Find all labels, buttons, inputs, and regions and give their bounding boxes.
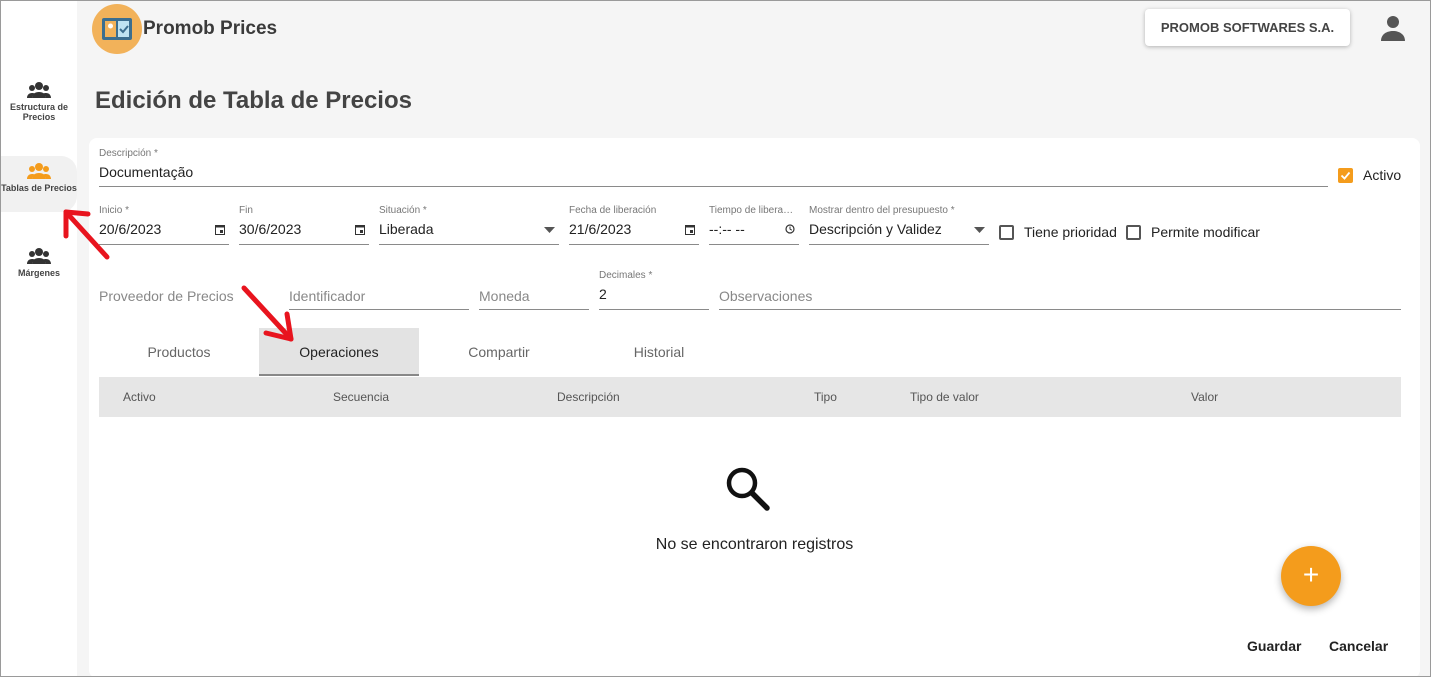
mostrar-presupuesto-value: Descripción y Validez	[809, 221, 942, 237]
fecha-liberacion-value: 21/6/2023	[569, 221, 632, 237]
tiempo-liberacion-value: --:-- --	[709, 221, 745, 237]
checkbox-checked-icon	[1338, 167, 1353, 183]
inicio-value: 20/6/2023	[99, 221, 162, 237]
top-bar: Promob Prices PROMOB SOFTWARES S.A.	[77, 1, 1430, 63]
sidebar-item-tablas-de-precios[interactable]: Tablas de Precios	[1, 156, 77, 212]
tab-operaciones[interactable]: Operaciones	[259, 328, 419, 376]
company-button[interactable]: PROMOB SOFTWARES S.A.	[1145, 9, 1350, 46]
main-area: Promob Prices PROMOB SOFTWARES S.A. Edic…	[77, 1, 1430, 677]
dropdown-arrow-icon[interactable]	[544, 227, 555, 233]
observaciones-field[interactable]: Observaciones	[719, 274, 1401, 310]
save-button[interactable]: Guardar	[1247, 638, 1301, 654]
clock-icon[interactable]	[785, 224, 795, 234]
add-button[interactable]: +	[1281, 546, 1341, 606]
tab-compartir[interactable]: Compartir	[419, 328, 579, 376]
sidebar-item-label: Tablas de Precios	[1, 183, 77, 193]
tiene-prioridad-label: Tiene prioridad	[1024, 224, 1117, 240]
situacion-value: Liberada	[379, 221, 434, 237]
descripcion-label: Descripción *	[99, 148, 158, 159]
sidebar-item-margenes[interactable]: Márgenes	[1, 247, 77, 278]
table-header: Activo Secuencia Descripción Tipo Tipo d…	[99, 377, 1401, 417]
column-header-valor[interactable]: Valor	[1191, 390, 1218, 404]
checkbox-empty-icon	[999, 224, 1014, 240]
situacion-label: Situación *	[379, 205, 427, 216]
fin-value: 30/6/2023	[239, 221, 302, 237]
decimales-value: 2	[599, 286, 607, 302]
app-title: Promob Prices	[143, 18, 278, 39]
sidebar-item-estructura-de-precios[interactable]: Estructura de Precios	[1, 81, 77, 122]
empty-state-text: No se encontraron registros	[655, 536, 854, 553]
app-logo	[92, 4, 142, 54]
inicio-date-field[interactable]: Inicio * 20/6/2023	[99, 205, 229, 245]
column-header-secuencia[interactable]: Secuencia	[333, 390, 389, 404]
group-icon	[27, 82, 51, 98]
group-icon	[27, 163, 51, 179]
tiempo-liberacion-label: Tiempo de libera…	[709, 205, 794, 216]
app-logo-icon	[102, 18, 132, 40]
field-underline	[239, 244, 369, 245]
search-icon	[726, 467, 770, 511]
cancel-button[interactable]: Cancelar	[1329, 638, 1388, 654]
fin-label: Fin	[239, 205, 253, 216]
proveedor-precios-field[interactable]: Proveedor de Precios	[99, 274, 279, 310]
field-underline	[479, 309, 589, 310]
inicio-label: Inicio *	[99, 205, 130, 216]
tab-productos[interactable]: Productos	[99, 328, 259, 376]
mostrar-presupuesto-label: Mostrar dentro del presupuesto *	[809, 205, 955, 216]
activo-label: Activo	[1363, 167, 1402, 183]
descripcion-field[interactable]: Descripción * Documentação	[99, 148, 1328, 187]
field-underline	[719, 309, 1401, 310]
dropdown-arrow-icon[interactable]	[974, 227, 985, 233]
checkbox-empty-icon	[1126, 224, 1141, 240]
moneda-placeholder: Moneda	[479, 288, 530, 304]
column-header-tipo[interactable]: Tipo	[814, 390, 837, 404]
sidebar: Estructura de Precios Tablas de Precios …	[1, 1, 77, 676]
fecha-liberacion-field[interactable]: Fecha de liberación 21/6/2023	[569, 205, 699, 245]
situacion-select[interactable]: Situación * Liberada	[379, 205, 559, 245]
page-title: Edición de Tabla de Precios	[95, 87, 412, 114]
calendar-icon[interactable]	[215, 224, 225, 235]
field-underline	[289, 309, 469, 310]
tiene-prioridad-checkbox[interactable]: Tiene prioridad	[999, 224, 1117, 240]
column-header-activo[interactable]: Activo	[123, 390, 156, 404]
column-header-tipo-de-valor[interactable]: Tipo de valor	[910, 390, 979, 404]
activo-checkbox[interactable]: Activo	[1338, 167, 1401, 183]
descripcion-value: Documentação	[99, 164, 194, 180]
fecha-liberacion-label: Fecha de liberación	[569, 205, 657, 216]
sidebar-item-label: Márgenes	[17, 268, 61, 278]
decimales-label: Decimales *	[599, 270, 653, 281]
permite-modificar-label: Permite modificar	[1151, 224, 1260, 240]
field-underline	[599, 309, 709, 310]
field-underline	[99, 244, 229, 245]
identificador-field[interactable]: Identificador	[289, 274, 469, 310]
moneda-field[interactable]: Moneda	[479, 274, 589, 310]
calendar-icon[interactable]	[685, 224, 695, 235]
user-account-icon[interactable]	[1379, 14, 1407, 42]
form-card: Descripción * Documentação Activo Inicio…	[89, 138, 1420, 677]
calendar-icon[interactable]	[355, 224, 365, 235]
observaciones-placeholder: Observaciones	[719, 288, 813, 304]
mostrar-presupuesto-select[interactable]: Mostrar dentro del presupuesto * Descrip…	[809, 205, 989, 245]
fin-date-field[interactable]: Fin 30/6/2023	[239, 205, 369, 245]
field-underline	[809, 244, 989, 245]
tab-historial[interactable]: Historial	[579, 328, 739, 376]
proveedor-precios-placeholder: Proveedor de Precios	[99, 288, 234, 304]
group-icon	[27, 248, 51, 264]
field-underline	[379, 244, 559, 245]
sidebar-item-label: Estructura de Precios	[9, 102, 69, 122]
field-underline	[709, 244, 799, 245]
field-underline	[569, 244, 699, 245]
column-header-descripcion[interactable]: Descripción	[557, 390, 620, 404]
permite-modificar-checkbox[interactable]: Permite modificar	[1126, 224, 1260, 240]
identificador-placeholder: Identificador	[289, 288, 366, 304]
tiempo-liberacion-field[interactable]: Tiempo de libera… --:-- --	[709, 205, 799, 245]
decimales-field[interactable]: Decimales * 2	[599, 270, 709, 310]
field-underline	[99, 186, 1328, 187]
